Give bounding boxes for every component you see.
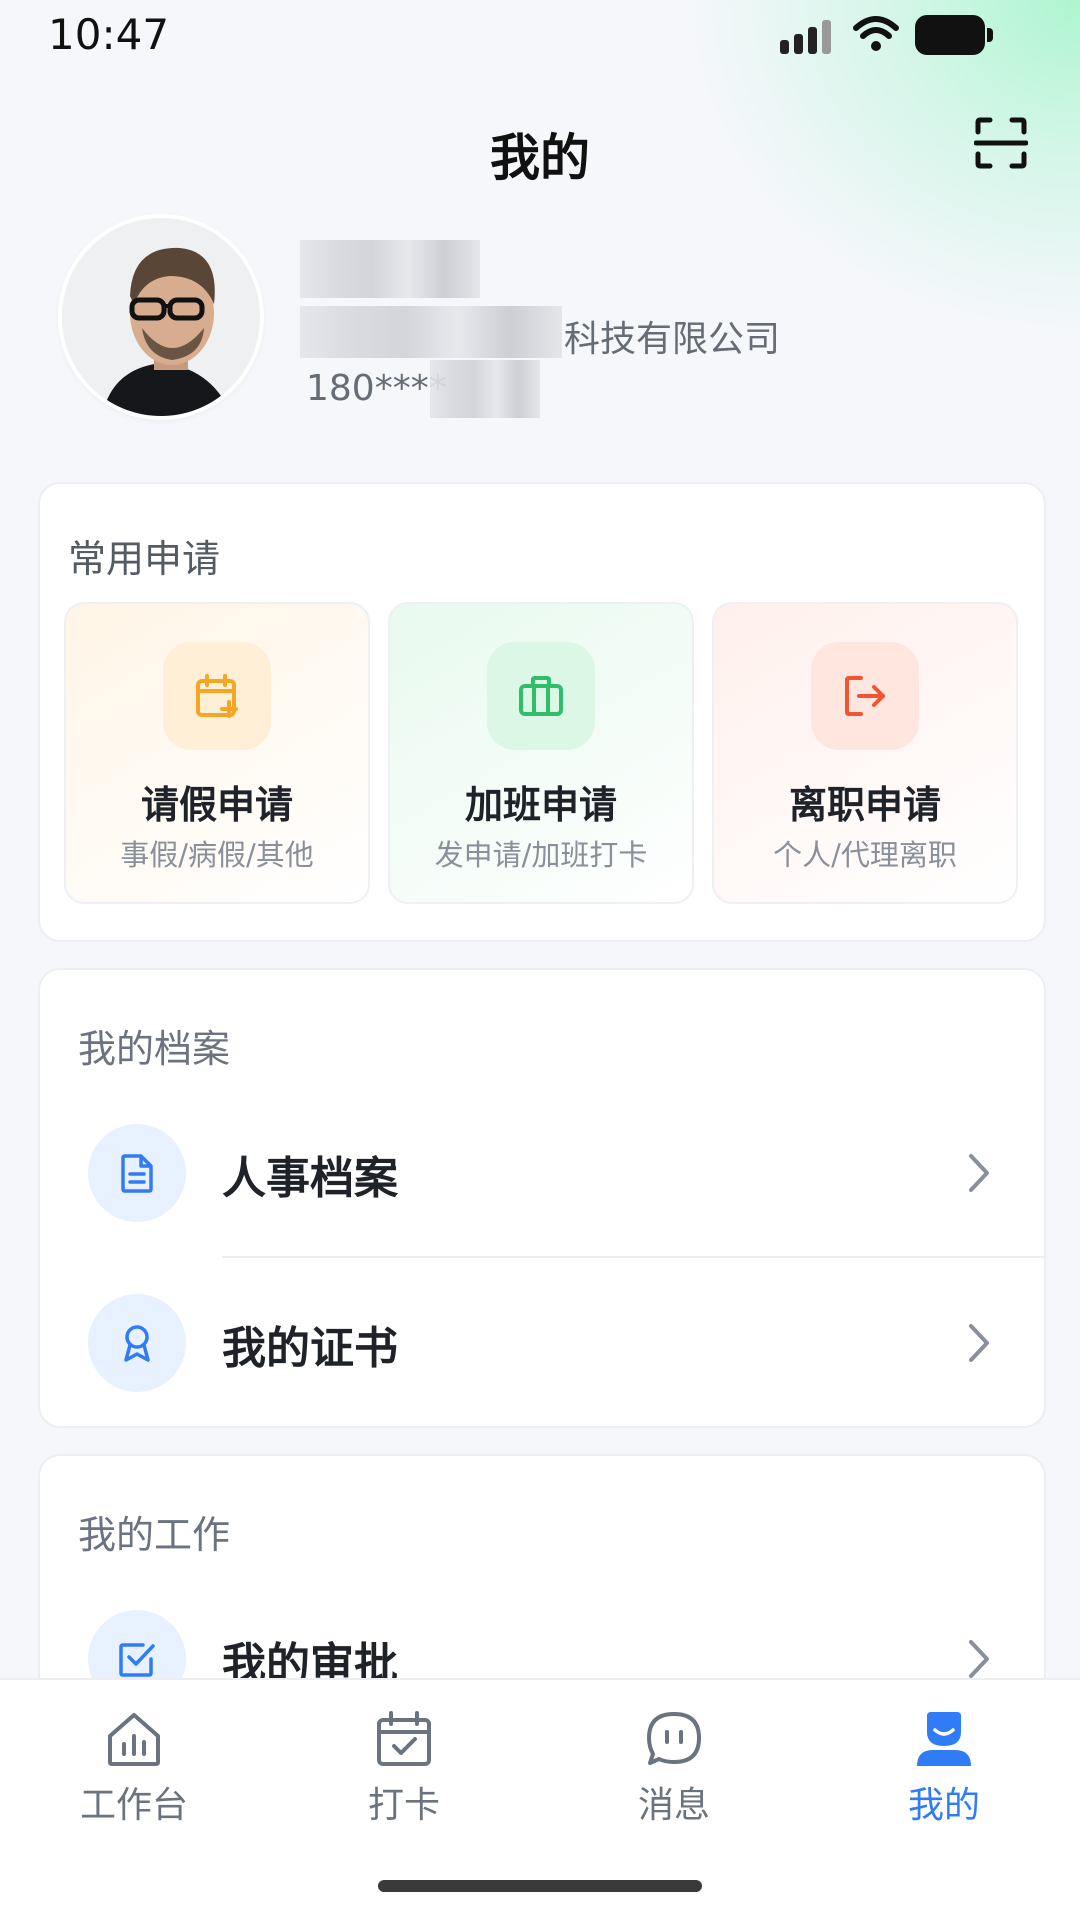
resign-icon-bg	[811, 642, 919, 750]
tab-mine-label: 我的	[907, 1785, 980, 1826]
common-apply-card: 常用申请 请假申请 事假/病假/其他 加班申请 发申请/加班打卡 离职申请 个人…	[38, 482, 1046, 942]
hr-archive-label: 人事档案	[222, 1153, 398, 1204]
wifi-icon	[853, 16, 899, 51]
calendar-check-icon	[377, 1711, 431, 1766]
name-redacted	[300, 240, 480, 298]
briefcase-icon	[519, 676, 563, 716]
tab-messages[interactable]: 消息	[574, 1710, 774, 1828]
overtime-apply-tile[interactable]: 加班申请 发申请/加班打卡	[388, 602, 694, 904]
list-item-certificates[interactable]: 我的证书	[40, 1260, 1044, 1430]
common-apply-title: 常用申请	[68, 537, 221, 581]
scan-icon[interactable]	[974, 116, 1028, 170]
overtime-icon-bg	[487, 642, 595, 750]
checkbox-icon	[119, 1643, 155, 1677]
leave-apply-label: 请假申请	[140, 783, 293, 827]
chevron-right-icon	[969, 1640, 989, 1678]
overtime-apply-label: 加班申请	[464, 783, 617, 827]
tab-messages-label: 消息	[637, 1785, 710, 1826]
avatar[interactable]	[62, 218, 260, 416]
leave-icon-bg	[163, 642, 271, 750]
logout-icon	[845, 676, 885, 716]
document-icon-bg	[88, 1124, 186, 1222]
page-title: 我的	[490, 129, 590, 187]
list-item-hr-archive[interactable]: 人事档案	[40, 1090, 1044, 1260]
battery-icon	[915, 15, 993, 55]
status-bar: 10:47	[0, 0, 1080, 70]
calendar-plus-icon	[196, 674, 238, 718]
home-indicator[interactable]	[378, 1880, 702, 1892]
signal-icon	[780, 18, 834, 54]
resign-apply-sub: 个人/代理离职	[773, 838, 957, 872]
chat-bubble-icon	[647, 1712, 701, 1765]
tab-workbench[interactable]: 工作台	[34, 1710, 234, 1828]
certificates-label: 我的证书	[222, 1323, 398, 1374]
row-divider	[222, 1256, 1044, 1258]
award-icon	[124, 1325, 150, 1362]
tab-checkin-label: 打卡	[367, 1785, 440, 1826]
company-name-redacted	[300, 306, 562, 358]
home-chart-icon	[108, 1713, 160, 1766]
resign-apply-label: 离职申请	[788, 783, 941, 827]
overtime-apply-sub: 发申请/加班打卡	[434, 838, 648, 872]
tab-workbench-label: 工作台	[79, 1785, 188, 1826]
archives-title: 我的档案	[78, 1027, 231, 1071]
work-title: 我的工作	[78, 1513, 231, 1557]
leave-apply-tile[interactable]: 请假申请 事假/病假/其他	[64, 602, 370, 904]
user-icon	[917, 1712, 971, 1766]
award-icon-bg	[88, 1294, 186, 1392]
company-name: 科技有限公司	[564, 319, 781, 360]
chevron-right-icon	[969, 1154, 989, 1192]
document-icon	[121, 1154, 153, 1193]
status-time: 10:47	[48, 10, 170, 59]
tab-mine[interactable]: 我的	[844, 1710, 1044, 1828]
phone-redacted	[430, 360, 540, 418]
tab-checkin[interactable]: 打卡	[304, 1710, 504, 1828]
resign-apply-tile[interactable]: 离职申请 个人/代理离职	[712, 602, 1018, 904]
leave-apply-sub: 事假/病假/其他	[120, 838, 314, 872]
archives-card: 我的档案 人事档案 我的证书	[38, 968, 1046, 1428]
chevron-right-icon	[969, 1324, 989, 1362]
phone-number: 180****	[306, 368, 447, 409]
